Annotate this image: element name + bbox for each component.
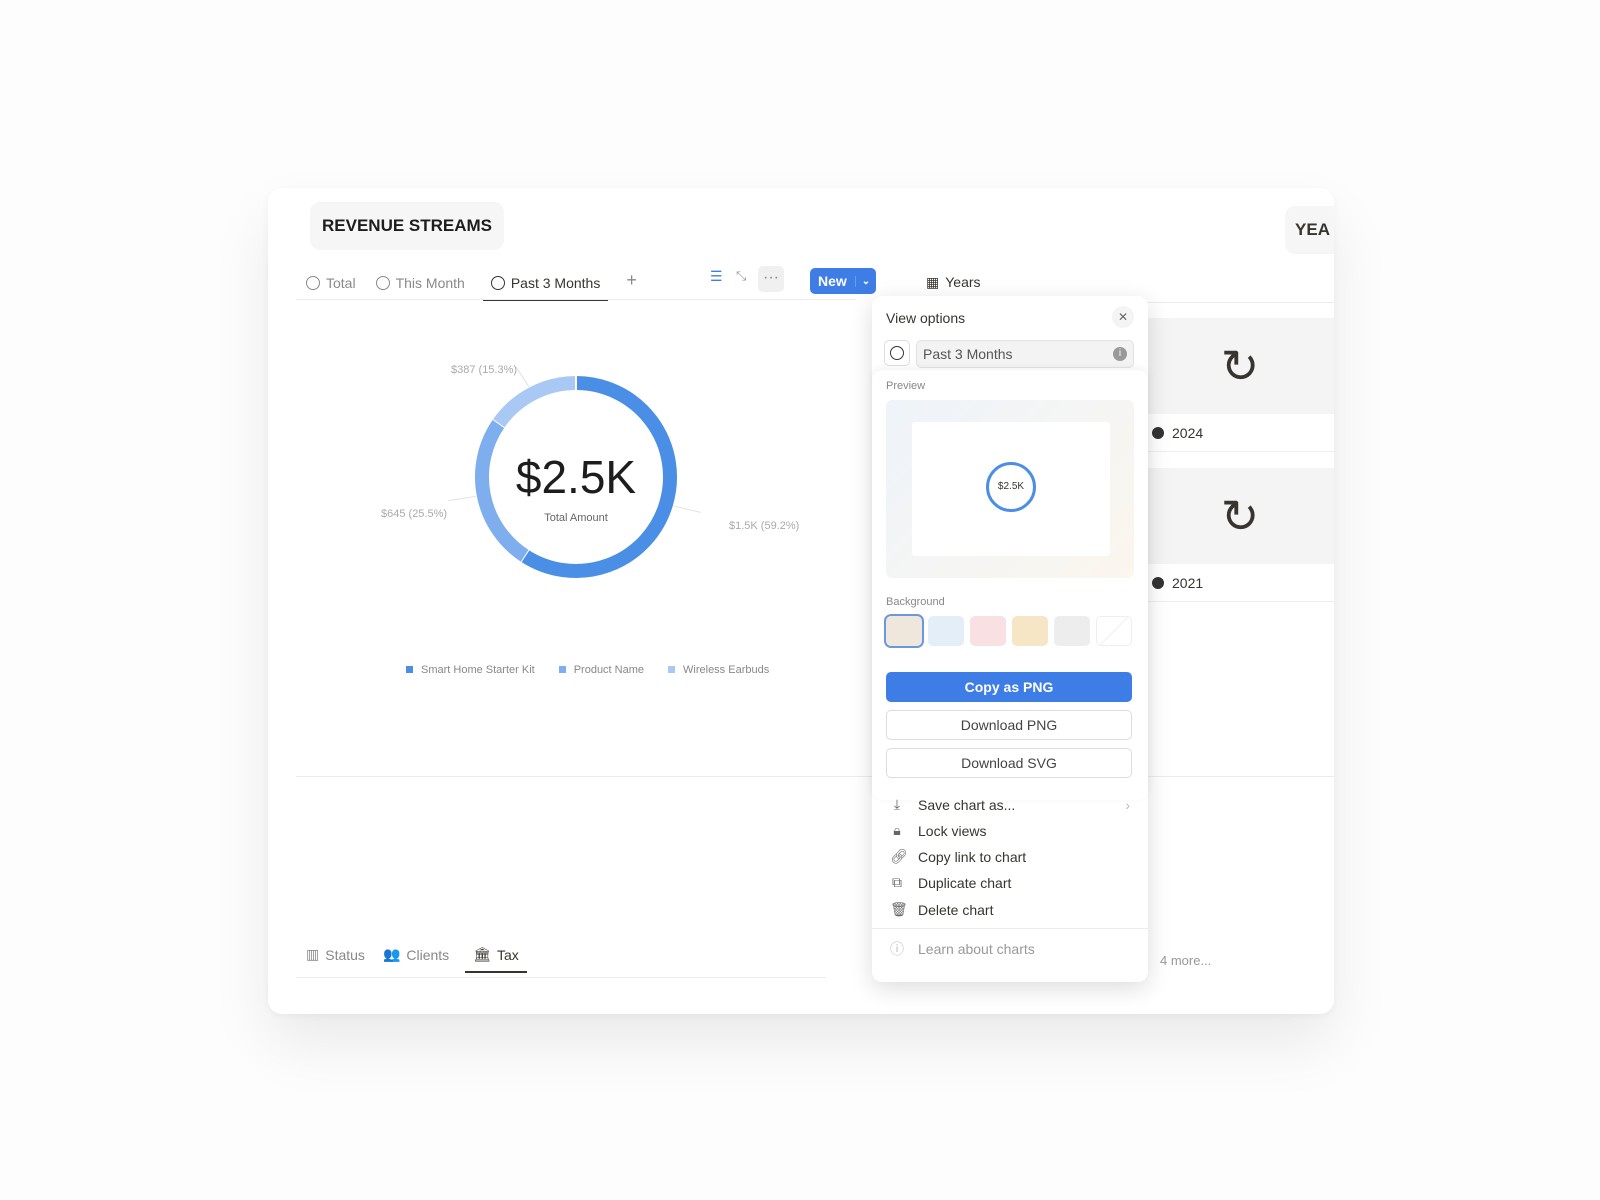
slice-label-2: $645 (25.5%) (381, 508, 448, 520)
close-icon[interactable]: ✕ (1112, 306, 1134, 328)
download-svg-button[interactable]: Download SVG (886, 748, 1132, 778)
swatch-pink[interactable] (970, 616, 1006, 646)
leader-line (448, 495, 476, 502)
swatch-gray[interactable] (1054, 616, 1090, 646)
tab-clients[interactable]: 👥 Clients (381, 942, 451, 973)
slice-label-3: $387 (15.3%) (451, 364, 518, 376)
building-icon: ▥ (306, 946, 320, 962)
copy-png-button[interactable]: Copy as PNG (886, 672, 1132, 702)
legend-item: Wireless Earbuds (668, 664, 769, 676)
years-title: YEA (1285, 206, 1334, 254)
preview-value: $2.5K (986, 462, 1036, 512)
leader-line (673, 505, 701, 513)
swatch-beige[interactable] (884, 614, 924, 648)
year-label: 2021 (1172, 574, 1204, 591)
chart-card: REVENUE STREAMS YEA Total This Month Pas… (268, 188, 1334, 1014)
refresh-icon: ↻ (1220, 340, 1260, 392)
donut-slice-3[interactable] (493, 376, 577, 428)
menu-copy-link[interactable]: 🔗︎ Copy link to chart (890, 848, 1026, 865)
year-label: 2024 (1172, 424, 1204, 441)
menu-save-chart[interactable]: ⤓ Save chart as... › (890, 796, 1130, 813)
menu-lock-views[interactable]: 🔒︎ Lock views (890, 822, 986, 839)
years-label: Years (945, 274, 981, 290)
duplicate-icon: ⧉ (892, 874, 902, 890)
refresh-icon: ↻ (1220, 490, 1260, 542)
legend: Smart Home Starter Kit Product Name Wire… (406, 664, 769, 676)
help-icon: ⓘ (890, 941, 904, 957)
center-value: $2.5K (515, 451, 637, 503)
lock-icon: 🔒︎ (893, 822, 901, 838)
center-label: Total Amount (544, 512, 608, 524)
link-icon: 🔗︎ (890, 848, 908, 864)
menu-duplicate[interactable]: ⧉ Duplicate chart (890, 874, 1011, 891)
background-swatches (884, 614, 1138, 648)
dot-icon (1152, 426, 1164, 439)
popup-title: View options (886, 310, 966, 326)
more-years-link[interactable]: 4 more... (1160, 953, 1211, 968)
grid-icon: ▦ (926, 274, 940, 290)
download-png-button[interactable]: Download PNG (886, 710, 1132, 740)
pie-clock-icon (890, 345, 904, 360)
legend-item: Smart Home Starter Kit (406, 664, 535, 676)
tab-tax[interactable]: 🏛 Tax (465, 942, 527, 973)
menu-delete[interactable]: 🗑︎ Delete chart (890, 901, 993, 918)
view-options-popup: View options ✕ Past 3 Months i Preview $2… (872, 296, 1148, 982)
year-card-2024[interactable]: ↻ (1146, 318, 1334, 414)
preview-image: $2.5K (886, 400, 1134, 578)
dot-icon (1152, 576, 1164, 589)
swatch-none[interactable] (1096, 616, 1132, 646)
chevron-right-icon: › (1125, 796, 1130, 813)
trash-icon: 🗑︎ (890, 901, 908, 917)
view-name-input[interactable]: Past 3 Months i (916, 340, 1134, 368)
download-icon: ⤓ (893, 796, 901, 812)
swatch-yellow[interactable] (1012, 616, 1048, 646)
preview-label: Preview (886, 380, 926, 392)
leader-line (515, 366, 530, 387)
swatch-blue[interactable] (928, 616, 964, 646)
year-card-2021[interactable]: ↻ (1146, 468, 1334, 564)
bottom-tabs: ▥ Status 👥 Clients 🏛 Tax (304, 942, 527, 973)
background-label: Background (886, 596, 945, 608)
years-view-tab[interactable]: ▦ Years (926, 274, 981, 291)
menu-learn[interactable]: ⓘ Learn about charts (890, 939, 1035, 959)
bank-icon: 🏛 (473, 946, 491, 962)
donut-chart (448, 366, 701, 578)
slice-label-1: $1.5K (59.2%) (729, 520, 800, 532)
info-icon: i (1113, 347, 1127, 361)
legend-item: Product Name (558, 664, 644, 676)
view-icon-button[interactable] (884, 340, 910, 366)
people-icon: 👥 (382, 946, 401, 962)
tab-status[interactable]: ▥ Status (304, 942, 367, 973)
